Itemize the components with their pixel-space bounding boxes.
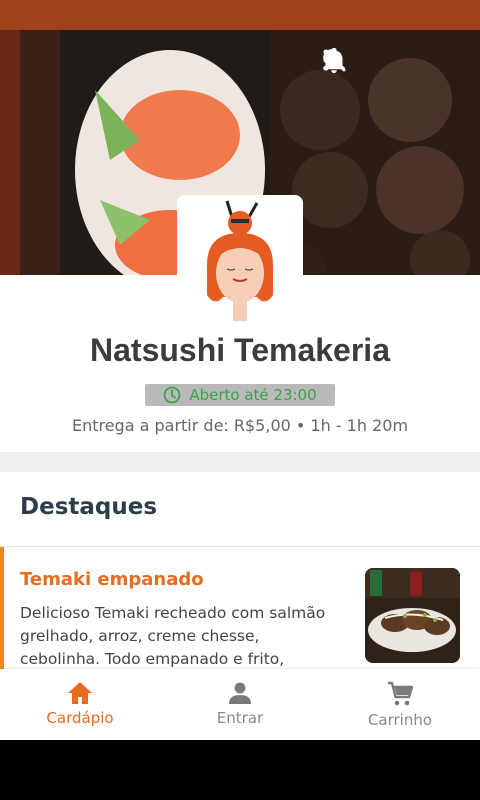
home-icon [68,682,92,704]
product-image [365,568,460,663]
nav-item-cardapio[interactable]: Cardápio [0,669,160,740]
product-card[interactable]: Temaki empanado Delicioso Temaki rechead… [0,547,480,669]
geisha-logo-icon [207,200,273,321]
bottom-navigation: Cardápio Entrar Carrinho [0,669,480,740]
status-bar [0,0,480,30]
delivery-info: Entrega a partir de: R$5,00 • 1h - 1h 20… [71,416,409,435]
app-screen: Natsushi Temakeria Aberto até 23:00 Entr… [0,0,480,740]
cart-icon [388,681,413,706]
search-icon[interactable] [323,48,410,80]
highlights-title: Destaques [20,494,158,520]
nav-item-carrinho[interactable]: Carrinho [320,669,480,740]
product-name: Temaki empanado [20,569,204,590]
product-description: Delicioso Temaki recheado com salmão gre… [20,604,326,668]
nav-label: Carrinho [367,711,433,729]
nav-label: Cardápio [46,709,114,727]
store-name: Natsushi Temakeria [90,332,390,368]
store-logo [177,195,303,321]
header-actions [322,48,466,80]
nav-item-entrar[interactable]: Entrar [160,669,320,740]
section-divider [0,452,480,472]
person-icon [229,682,251,704]
open-status-text: Aberto até 23:00 [189,386,317,404]
open-status-badge: Aberto até 23:00 [145,384,335,406]
nav-label: Entrar [216,709,264,727]
more-vert-icon[interactable] [323,48,466,80]
clock-icon [163,386,181,404]
